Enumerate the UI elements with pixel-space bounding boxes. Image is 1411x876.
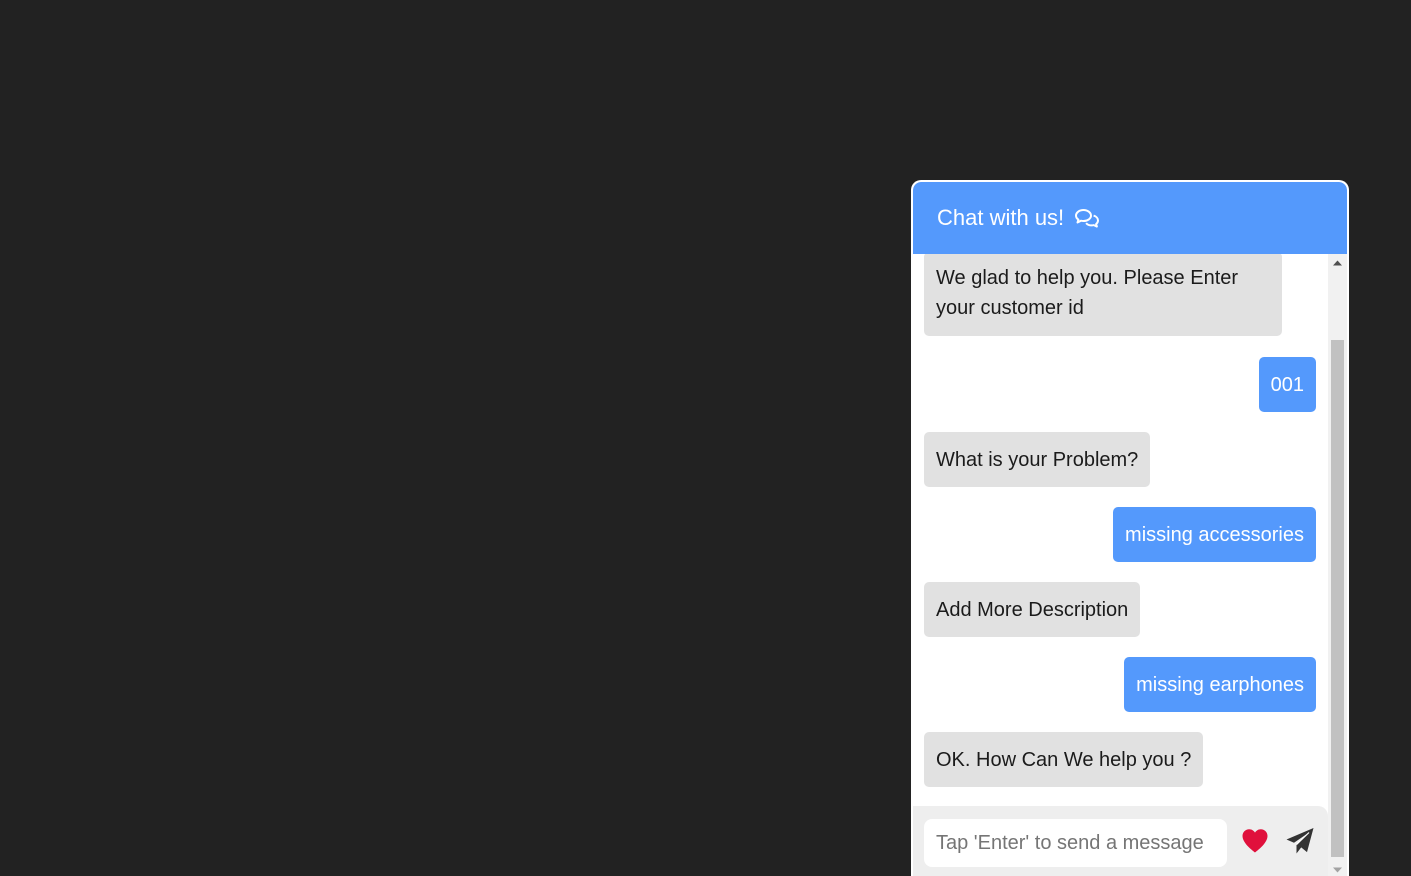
comments-icon: [1074, 207, 1100, 229]
bot-message: Add More Description: [924, 582, 1141, 637]
chat-messages[interactable]: We glad to help you. Please Enter your c…: [913, 254, 1328, 806]
message-input[interactable]: [924, 819, 1227, 867]
scroll-down-arrow-icon[interactable]: [1328, 861, 1347, 876]
scroll-up-arrow-icon[interactable]: [1328, 254, 1347, 271]
user-message: 001: [1258, 357, 1316, 412]
user-message: missing earphones: [1124, 657, 1316, 712]
paper-plane-icon: [1285, 827, 1315, 860]
bot-message: What is your Problem?: [924, 432, 1151, 487]
chat-widget: Chat with us! We glad to help you. Pleas…: [911, 180, 1349, 876]
message-composer: [913, 806, 1328, 876]
chat-scrollbar[interactable]: [1328, 254, 1347, 876]
send-button[interactable]: [1284, 827, 1316, 859]
chat-title: Chat with us!: [937, 205, 1065, 230]
like-button[interactable]: [1239, 828, 1271, 858]
chat-header: Chat with us!: [913, 182, 1347, 254]
scrollbar-thumb[interactable]: [1331, 340, 1344, 857]
heart-icon: [1241, 828, 1269, 858]
bot-message: We glad to help you. Please Enter your c…: [924, 254, 1282, 336]
bot-message: OK. How Can We help you ?: [924, 732, 1204, 787]
user-message: missing accessories: [1113, 507, 1316, 562]
